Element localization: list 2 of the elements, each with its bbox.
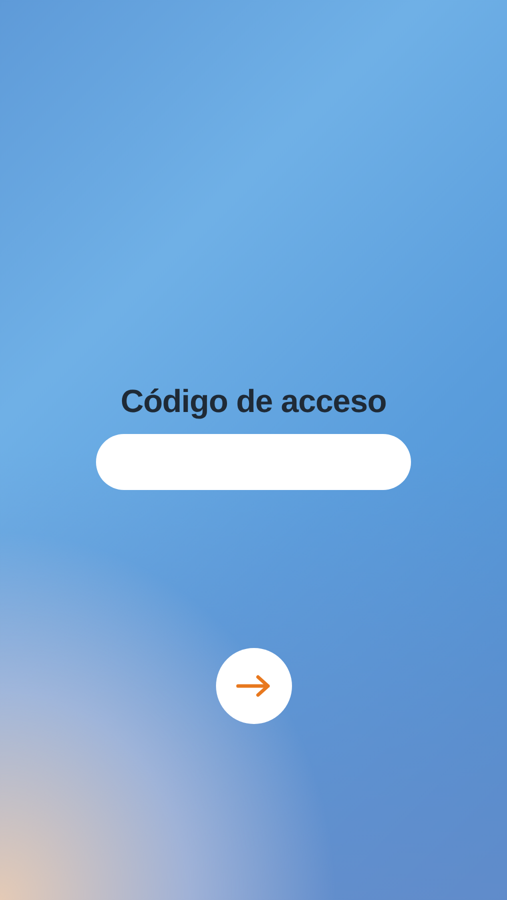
access-code-label: Código de acceso bbox=[120, 382, 386, 420]
arrow-right-icon bbox=[236, 674, 272, 698]
